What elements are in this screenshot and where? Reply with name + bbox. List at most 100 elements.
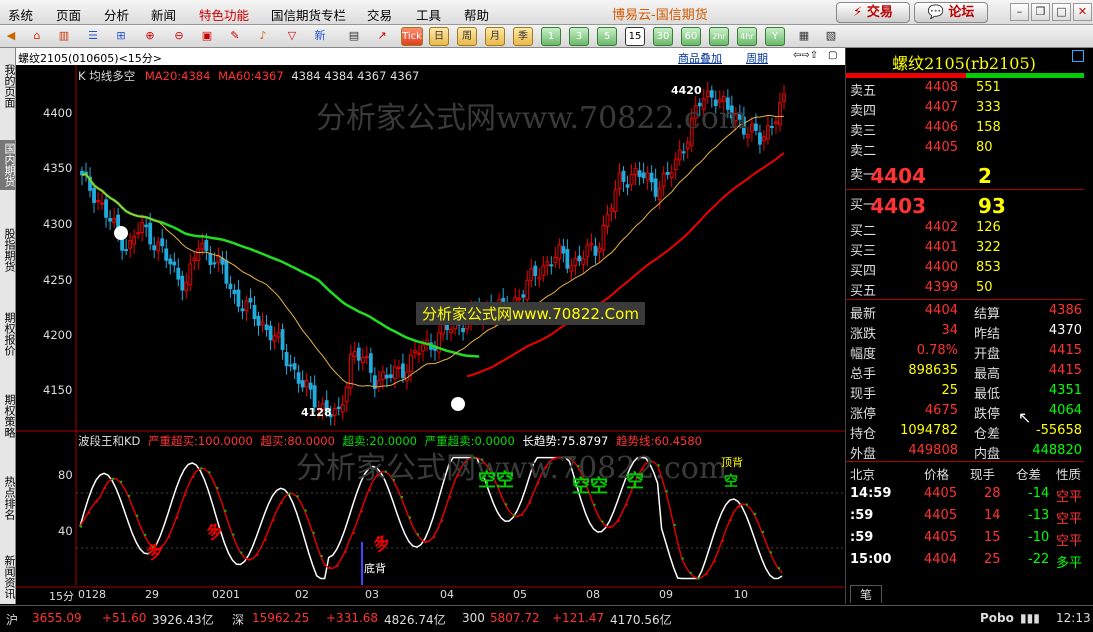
zoom-out-icon[interactable]: ⊖ [170, 27, 188, 44]
new-icon[interactable]: 新 [311, 27, 329, 44]
tick-button[interactable]: Tick [401, 27, 423, 46]
bars-icon[interactable]: ▥ [55, 27, 73, 44]
candle-body [553, 256, 558, 263]
bell-icon[interactable]: ♪ [254, 27, 272, 44]
layout-icon[interactable]: ▧ [822, 27, 840, 44]
sidebar-item-option-quotes[interactable]: 期权报价 [0, 306, 16, 362]
period-2hr[interactable]: 2hr [709, 27, 729, 46]
candle-body [417, 352, 421, 355]
period-4hr[interactable]: 4hr [737, 27, 757, 46]
osc-dot [80, 525, 82, 528]
grid-icon[interactable]: ⊞ [112, 27, 130, 44]
stat-value: 4351 [1048, 383, 1082, 398]
period-3[interactable]: 3 [569, 27, 589, 46]
osc-dot [104, 487, 107, 490]
menu-tools[interactable]: 工具 [416, 5, 441, 24]
period-day[interactable]: 日 [429, 27, 449, 46]
window-icon[interactable]: ▣ [198, 27, 216, 44]
osc-dot [336, 564, 339, 567]
minimize-icon[interactable]: – [1010, 3, 1029, 21]
menu-features[interactable]: 特色功能 [199, 5, 249, 24]
pobo-logo: Pobo [980, 611, 1014, 625]
menu-help[interactable]: 帮助 [464, 5, 489, 24]
period-year[interactable]: Y [765, 27, 785, 46]
candle-body [108, 218, 112, 222]
home-icon[interactable]: ⌂ [28, 27, 46, 44]
period-15[interactable]: 15 [625, 27, 645, 46]
quote-level-label: 买四 [850, 264, 877, 279]
candle-body [782, 93, 786, 102]
stat-value: 448820 [1032, 443, 1082, 458]
restore-icon[interactable]: ❐ [1031, 3, 1050, 21]
pen-icon[interactable]: ✎ [226, 27, 244, 44]
tab-ticks[interactable]: 笔 [850, 585, 882, 603]
period-week[interactable]: 周 [457, 27, 477, 46]
trade-button[interactable]: ⚡ 交易 [836, 2, 910, 23]
period-month[interactable]: 月 [485, 27, 505, 46]
menu-trade[interactable]: 交易 [367, 5, 392, 24]
menu-page[interactable]: 页面 [56, 5, 81, 24]
period-60[interactable]: 60 [681, 27, 701, 46]
settings-icon[interactable]: ▦ [795, 27, 813, 44]
period-quarter[interactable]: 季 [513, 27, 533, 46]
period-30[interactable]: 30 [653, 27, 673, 46]
candle-body [661, 173, 666, 187]
quote-price: 4402 [924, 220, 958, 235]
candle-body [100, 202, 104, 205]
chart-area[interactable]: 螺纹2105(010605)<15分> 商品叠加 周期 ⇦⇨⇧ ▢ K 均线多空… [16, 48, 845, 604]
ask-row: 卖三 4406 158 [850, 120, 1086, 140]
sidebar-item-option-strategy[interactable]: 期权策略 [0, 388, 16, 444]
menu-system[interactable]: 系统 [8, 5, 33, 24]
osc-dot [713, 560, 716, 563]
candle-body [641, 172, 646, 179]
pane-switch-icons[interactable]: ⇦⇨⇧ [793, 50, 818, 61]
close-icon[interactable]: ✕ [1073, 3, 1092, 21]
list-icon[interactable]: ☰ [84, 27, 102, 44]
sidebar-item-my-page[interactable]: 我的页面 [0, 54, 16, 118]
table-icon[interactable]: ▤ [345, 27, 363, 44]
back-icon[interactable]: ◀ [2, 27, 20, 44]
menu-guoxin[interactable]: 国信期货专栏 [271, 5, 346, 24]
funnel-icon[interactable]: ▽ [283, 27, 301, 44]
trend-line-red [466, 152, 785, 378]
osc-dot [617, 519, 620, 522]
osc-dot [192, 475, 195, 478]
menu-news[interactable]: 新闻 [151, 5, 176, 24]
sidebar-item-news[interactable]: 新闻资讯 [0, 552, 16, 602]
quote-volume: 322 [976, 240, 1001, 255]
menu-analysis[interactable]: 分析 [104, 5, 129, 24]
line-chart-icon[interactable]: ↗ [373, 27, 391, 44]
osc-dot [433, 536, 435, 539]
promo-banner: 分析家公式网www.70822.Com [416, 302, 645, 325]
tick-col-time: 北京 [850, 467, 876, 482]
main-indicator-line: K 均线多空 MA20:4384 MA60:4367 4384 4384 436… [78, 68, 419, 84]
tick-cell: 空平 [1056, 490, 1083, 505]
fullscreen-icon[interactable]: ▢ [828, 50, 837, 61]
stat-label: 昨结 [974, 327, 1001, 342]
zoom-in-icon[interactable]: ⊕ [141, 27, 159, 44]
sidebar-item-index-futures[interactable]: 股指期货 [0, 222, 16, 278]
osc-dot [737, 505, 740, 508]
tick-col-volume: 现手 [970, 467, 996, 482]
candle-body [92, 187, 96, 203]
kline-chart[interactable] [16, 65, 845, 604]
bid-row: 买四 4400 853 [850, 260, 1086, 280]
period-1[interactable]: 1 [541, 27, 561, 46]
osc-dot [705, 573, 708, 576]
panel-toggle-icon[interactable] [1072, 50, 1084, 62]
overlay-link[interactable]: 商品叠加 [678, 50, 722, 66]
stat-label: 现手 [850, 387, 877, 402]
period-5[interactable]: 5 [597, 27, 617, 46]
osc-dot [665, 490, 668, 493]
tick-cell: 28 [984, 486, 1001, 501]
time-axis-label: 02 [295, 588, 309, 601]
candle-body [413, 350, 417, 354]
period-link[interactable]: 周期 [746, 50, 768, 66]
maximize-icon[interactable]: □ [1052, 3, 1071, 21]
sidebar-item-domestic-futures[interactable]: 国内期货 [0, 140, 16, 190]
quote-title: 螺纹2105(rb2105) [846, 50, 1082, 73]
quote-volume: 126 [976, 220, 1001, 235]
signal-icon: ▮▮▮ [1020, 611, 1040, 625]
forum-button[interactable]: 💬 论坛 [914, 2, 988, 23]
sidebar-item-hot-ranking[interactable]: 热点排名 [0, 470, 16, 526]
